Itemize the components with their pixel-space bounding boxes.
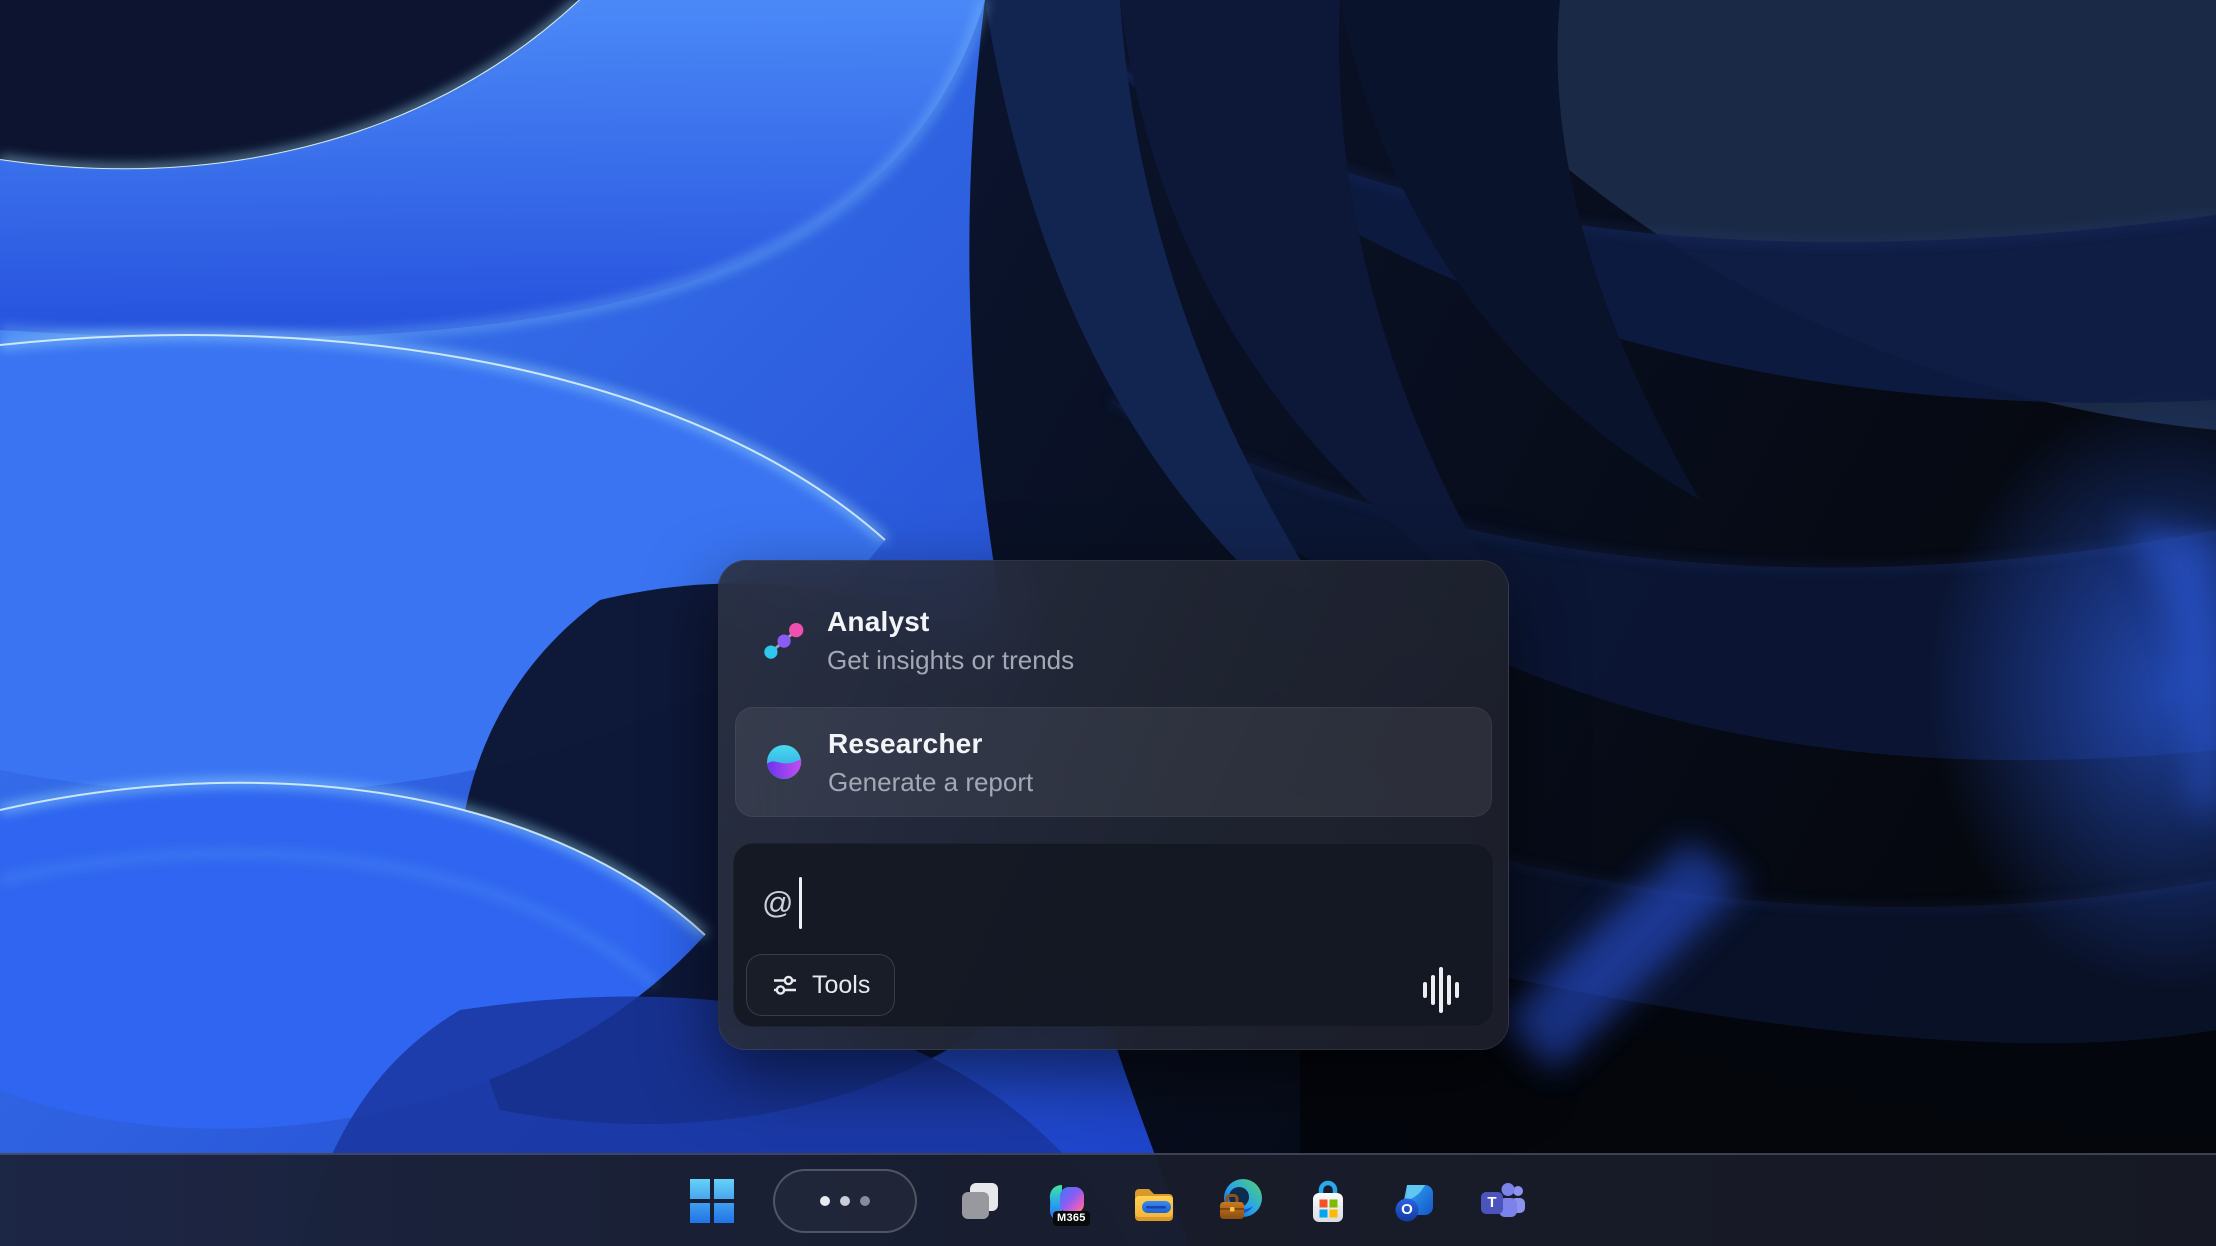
tools-button[interactable]: Tools [746,954,895,1016]
prompt-text: @ [762,874,802,932]
taskbar: M365 [0,1153,2216,1246]
planet-swirl-icon [762,740,806,784]
taskbar-item-file-explorer[interactable] [1130,1177,1178,1225]
windows-logo-icon [690,1179,734,1223]
m365-badge: M365 [1053,1211,1090,1226]
outlook-badge: O [1396,1198,1419,1221]
agent-item-researcher[interactable]: Researcher Generate a report [735,707,1492,817]
taskbar-item-edge-work[interactable] [1217,1177,1265,1225]
start-button[interactable] [690,1179,734,1223]
taskbar-item-m365-copilot[interactable]: M365 [1043,1177,1091,1225]
sliders-icon [771,971,799,999]
file-explorer-icon [1130,1177,1178,1225]
microsoft-store-icon [1304,1177,1352,1225]
taskbar-item-outlook[interactable]: O [1391,1177,1439,1225]
agent-name: Researcher [828,727,1033,761]
task-view-icon [956,1177,1004,1225]
desktop: Analyst Get insights or trends [0,0,2216,1246]
taskbar-center-group: M365 [0,1155,2216,1246]
agent-description: Generate a report [828,767,1033,797]
voice-input-button[interactable] [1417,966,1465,1014]
text-caret [799,877,802,929]
taskbar-overflow-button[interactable] [773,1169,917,1233]
trend-dots-icon [761,618,805,662]
taskbar-item-microsoft-store[interactable] [1304,1177,1352,1225]
taskbar-item-task-view[interactable] [956,1177,1004,1225]
tools-button-label: Tools [812,971,870,1000]
taskbar-item-teams[interactable]: T [1478,1177,1526,1225]
voice-waveform-icon [1417,966,1465,1014]
agent-description: Get insights or trends [827,645,1074,675]
typed-text: @ [762,885,793,921]
prompt-input[interactable]: @ Tools [733,843,1494,1027]
edge-briefcase-icon [1217,1177,1265,1225]
ellipsis-icon [820,1196,870,1206]
copilot-flyout: Analyst Get insights or trends [718,560,1509,1050]
agent-item-analyst[interactable]: Analyst Get insights or trends [735,585,1492,695]
agent-name: Analyst [827,605,1074,639]
teams-badge: T [1481,1192,1503,1214]
